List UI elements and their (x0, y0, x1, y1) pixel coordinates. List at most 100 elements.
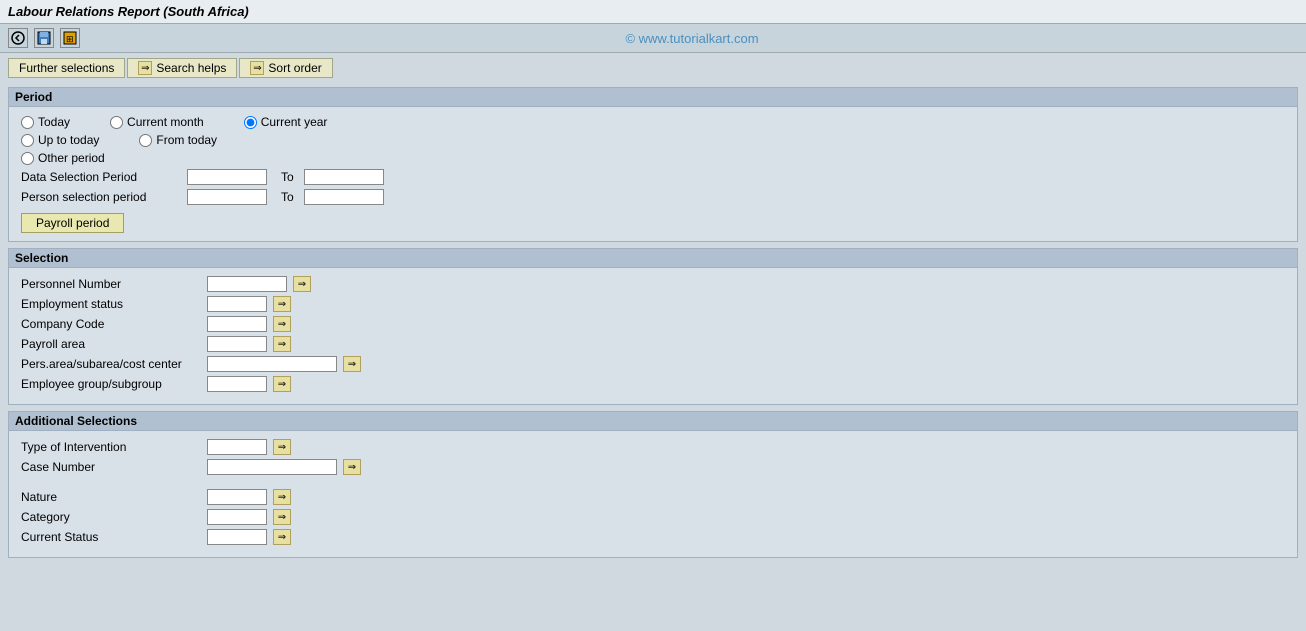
pers-area-label: Pers.area/subarea/cost center (21, 357, 201, 371)
period-body: Today Current month Current year Up to t… (9, 107, 1297, 241)
radio-current-year-input[interactable] (244, 116, 257, 129)
case-number-row: Case Number ⇒ (21, 459, 1285, 475)
radio-other-period[interactable]: Other period (21, 151, 105, 165)
type-of-intervention-arrow-btn[interactable]: ⇒ (273, 439, 291, 455)
tab-search-helps[interactable]: ⇒ Search helps (127, 58, 237, 78)
period-row-3: Other period (21, 151, 1285, 165)
radio-from-today[interactable]: From today (139, 133, 217, 147)
current-status-arrow-btn[interactable]: ⇒ (273, 529, 291, 545)
case-number-label: Case Number (21, 460, 201, 474)
payroll-area-row: Payroll area ⇒ (21, 336, 1285, 352)
employee-group-row: Employee group/subgroup ⇒ (21, 376, 1285, 392)
personnel-number-row: Personnel Number ⇒ (21, 276, 1285, 292)
page-title: Labour Relations Report (South Africa) (8, 4, 249, 19)
payroll-area-label: Payroll area (21, 337, 201, 351)
current-status-input[interactable] (207, 529, 267, 545)
person-selection-to-label: To (281, 190, 294, 204)
company-code-input[interactable] (207, 316, 267, 332)
selection-header: Selection (9, 249, 1297, 268)
company-code-arrow-btn[interactable]: ⇒ (273, 316, 291, 332)
nature-input[interactable] (207, 489, 267, 505)
employment-status-label: Employment status (21, 297, 201, 311)
radio-current-month-input[interactable] (110, 116, 123, 129)
case-number-arrow-btn[interactable]: ⇒ (343, 459, 361, 475)
search-helps-label: Search helps (156, 61, 226, 75)
period-row-2: Up to today From today (21, 133, 1285, 147)
radio-current-year-label: Current year (261, 115, 328, 129)
company-code-label: Company Code (21, 317, 201, 331)
radio-today-label: Today (38, 115, 70, 129)
shortcut-icon[interactable]: ⊞ (60, 28, 80, 48)
personnel-number-label: Personnel Number (21, 277, 201, 291)
data-selection-period-label: Data Selection Period (21, 170, 181, 184)
payroll-period-button[interactable]: Payroll period (21, 213, 124, 233)
radio-other-period-input[interactable] (21, 152, 34, 165)
current-status-label: Current Status (21, 530, 201, 544)
toolbar: ⊞ © www.tutorialkart.com (0, 24, 1306, 53)
employee-group-label: Employee group/subgroup (21, 377, 201, 391)
data-selection-to-label: To (281, 170, 294, 184)
radio-from-today-input[interactable] (139, 134, 152, 147)
additional-selections-section: Additional Selections Type of Interventi… (8, 411, 1298, 558)
case-number-input[interactable] (207, 459, 337, 475)
main-content: Period Today Current month Current year (0, 83, 1306, 568)
tab-further-selections[interactable]: Further selections (8, 58, 125, 78)
payroll-area-input[interactable] (207, 336, 267, 352)
employee-group-input[interactable] (207, 376, 267, 392)
svg-text:⊞: ⊞ (66, 34, 74, 44)
further-selections-label: Further selections (19, 61, 114, 75)
radio-other-period-label: Other period (38, 151, 105, 165)
period-section: Period Today Current month Current year (8, 87, 1298, 242)
radio-today-input[interactable] (21, 116, 34, 129)
watermark: © www.tutorialkart.com (86, 31, 1298, 46)
title-bar: Labour Relations Report (South Africa) (0, 0, 1306, 24)
personnel-number-input[interactable] (207, 276, 287, 292)
category-label: Category (21, 510, 201, 524)
radio-up-to-today[interactable]: Up to today (21, 133, 99, 147)
pers-area-input[interactable] (207, 356, 337, 372)
tabs-bar: Further selections ⇒ Search helps ⇒ Sort… (0, 53, 1306, 83)
sort-order-label: Sort order (268, 61, 321, 75)
period-header: Period (9, 88, 1297, 107)
nav-back-icon[interactable] (8, 28, 28, 48)
personnel-number-arrow-btn[interactable]: ⇒ (293, 276, 311, 292)
employment-status-row: Employment status ⇒ (21, 296, 1285, 312)
nature-arrow-btn[interactable]: ⇒ (273, 489, 291, 505)
radio-up-to-today-input[interactable] (21, 134, 34, 147)
payroll-area-arrow-btn[interactable]: ⇒ (273, 336, 291, 352)
save-icon[interactable] (34, 28, 54, 48)
radio-current-month-label: Current month (127, 115, 204, 129)
search-helps-arrow-icon: ⇒ (138, 61, 152, 75)
category-input[interactable] (207, 509, 267, 525)
radio-current-year[interactable]: Current year (244, 115, 328, 129)
selection-section: Selection Personnel Number ⇒ Employment … (8, 248, 1298, 405)
category-row: Category ⇒ (21, 509, 1285, 525)
radio-from-today-label: From today (156, 133, 217, 147)
selection-body: Personnel Number ⇒ Employment status ⇒ C… (9, 268, 1297, 404)
person-selection-period-label: Person selection period (21, 190, 181, 204)
person-selection-period-from[interactable] (187, 189, 267, 205)
employment-status-input[interactable] (207, 296, 267, 312)
pers-area-row: Pers.area/subarea/cost center ⇒ (21, 356, 1285, 372)
additional-selections-header: Additional Selections (9, 412, 1297, 431)
type-of-intervention-input[interactable] (207, 439, 267, 455)
pers-area-arrow-btn[interactable]: ⇒ (343, 356, 361, 372)
radio-up-to-today-label: Up to today (38, 133, 99, 147)
person-selection-period-to[interactable] (304, 189, 384, 205)
employment-status-arrow-btn[interactable]: ⇒ (273, 296, 291, 312)
tab-sort-order[interactable]: ⇒ Sort order (239, 58, 332, 78)
data-selection-period-to[interactable] (304, 169, 384, 185)
person-selection-period-row: Person selection period To (21, 189, 1285, 205)
company-code-row: Company Code ⇒ (21, 316, 1285, 332)
radio-current-month[interactable]: Current month (110, 115, 204, 129)
period-row-1: Today Current month Current year (21, 115, 1285, 129)
nature-row: Nature ⇒ (21, 489, 1285, 505)
data-selection-period-from[interactable] (187, 169, 267, 185)
category-arrow-btn[interactable]: ⇒ (273, 509, 291, 525)
radio-today[interactable]: Today (21, 115, 70, 129)
data-selection-period-row: Data Selection Period To (21, 169, 1285, 185)
sort-order-arrow-icon: ⇒ (250, 61, 264, 75)
employee-group-arrow-btn[interactable]: ⇒ (273, 376, 291, 392)
current-status-row: Current Status ⇒ (21, 529, 1285, 545)
type-of-intervention-row: Type of Intervention ⇒ (21, 439, 1285, 455)
